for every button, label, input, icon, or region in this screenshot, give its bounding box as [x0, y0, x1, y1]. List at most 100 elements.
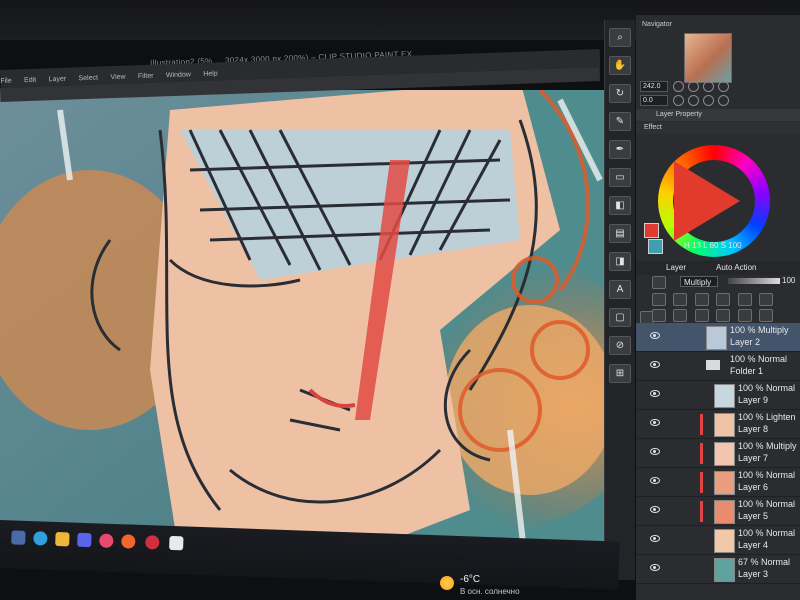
menu-select[interactable]: Select	[78, 75, 98, 83]
menu-filter[interactable]: Filter	[138, 73, 154, 81]
drawing-canvas[interactable]	[0, 90, 610, 560]
draft-icon[interactable]	[694, 293, 709, 307]
actual-size-icon[interactable]	[717, 81, 729, 92]
clipping-indicator	[700, 472, 703, 493]
ruler-icon[interactable]: ⊞	[609, 364, 631, 383]
zoom-icon[interactable]: ⌕	[609, 28, 631, 47]
layer-row[interactable]: 100 % Multiply Layer 2	[636, 323, 800, 352]
eye-icon[interactable]	[650, 506, 660, 513]
eye-icon[interactable]	[650, 390, 660, 397]
eye-icon[interactable]	[650, 361, 660, 368]
fit-icon[interactable]	[702, 81, 714, 92]
eye-icon[interactable]	[650, 448, 660, 455]
layer-row[interactable]: 100 % Normal Layer 9	[636, 381, 800, 410]
layer-row[interactable]: 100 % Lighten Layer 8	[636, 410, 800, 439]
new-raster-icon[interactable]	[652, 309, 666, 323]
blend-mode-select[interactable]: Multiply	[680, 276, 718, 287]
layer-thumbnail	[706, 326, 727, 350]
clipping-indicator	[700, 443, 703, 464]
firefox-icon[interactable]	[121, 534, 136, 549]
color-triangle[interactable]	[674, 161, 740, 241]
layer-mode: 67 % Normal	[738, 557, 791, 567]
layer-mode: 100 % Multiply	[738, 441, 797, 451]
effect-label: Effect	[636, 122, 800, 134]
app-icon[interactable]	[99, 533, 114, 548]
layer-mode: 100 % Normal	[730, 354, 788, 364]
rotate-icon[interactable]: ↻	[609, 84, 631, 103]
weather-widget[interactable]: -6°C В осн. солнечно	[440, 574, 550, 600]
tab-auto-action[interactable]: Auto Action	[716, 261, 756, 275]
clipping-indicator	[700, 501, 703, 522]
edge-icon[interactable]	[33, 531, 48, 546]
screen: Illustration2 (5% ... 3024x 3000 px 200%…	[0, 0, 800, 600]
sub-color-swatch[interactable]	[648, 239, 663, 254]
blend-row: Multiply 100	[640, 275, 796, 289]
layer-thumbnail	[714, 500, 735, 524]
new-vector-icon[interactable]	[673, 309, 688, 323]
menu-help[interactable]: Help	[203, 70, 218, 77]
navigator-preview[interactable]	[684, 33, 732, 83]
eye-icon[interactable]	[650, 332, 660, 339]
folder-icon[interactable]	[55, 531, 70, 547]
zoom-out-icon[interactable]	[672, 81, 684, 92]
main-color-swatch[interactable]	[644, 223, 659, 238]
layer-row[interactable]: 100 % Normal Layer 5	[636, 497, 800, 526]
layer-thumbnail	[714, 471, 735, 495]
new-folder-icon[interactable]	[694, 309, 709, 323]
rotate-left-icon[interactable]	[672, 95, 684, 106]
menu-window[interactable]: Window	[166, 71, 191, 79]
opera-icon[interactable]	[145, 535, 160, 550]
zoom-in-icon[interactable]	[687, 81, 699, 92]
mask-icon[interactable]	[759, 293, 774, 307]
text-icon[interactable]: A	[609, 280, 631, 299]
lock-transparency-icon[interactable]	[737, 293, 752, 307]
eye-icon[interactable]	[650, 419, 660, 426]
reference-icon[interactable]	[673, 293, 688, 307]
gradient-icon[interactable]: ◨	[609, 252, 631, 271]
ruler-add-icon[interactable]	[759, 309, 774, 323]
clip-icon[interactable]	[652, 293, 666, 307]
discord-icon[interactable]	[77, 532, 92, 548]
clip-studio-icon[interactable]	[169, 535, 184, 551]
eye-icon[interactable]	[650, 564, 660, 571]
tab-layer[interactable]: Layer	[666, 261, 686, 275]
layer-property-header[interactable]: Layer Property	[636, 109, 800, 121]
layer-mode: 100 % Lighten	[738, 412, 796, 422]
lock-icon[interactable]	[716, 293, 731, 307]
rotate-right-icon[interactable]	[687, 95, 699, 106]
layer-mode: 100 % Multiply	[730, 325, 789, 335]
brush-icon[interactable]: ✎	[609, 112, 631, 131]
frame-icon[interactable]: ▢	[609, 308, 631, 327]
opacity-slider[interactable]	[728, 278, 780, 284]
zoom-field[interactable]: 242.0	[640, 81, 668, 92]
menu-edit[interactable]: Edit	[24, 77, 36, 84]
layer-icon[interactable]: ▤	[609, 224, 631, 243]
layer-row[interactable]: 100 % Normal Layer 6	[636, 468, 800, 497]
menu-layer[interactable]: Layer	[48, 76, 66, 84]
rotation-field[interactable]: 0.0	[640, 95, 668, 106]
eraser-icon[interactable]: ▭	[609, 168, 631, 187]
eye-icon[interactable]	[650, 535, 660, 542]
eye-icon[interactable]	[650, 477, 660, 484]
merge-icon[interactable]	[716, 309, 731, 323]
opacity-value[interactable]: 100	[782, 276, 795, 285]
flip-icon[interactable]	[717, 95, 729, 106]
eyedropper-icon[interactable]: ⊘	[609, 336, 631, 355]
layer-row[interactable]: 100 % Normal Layer 4	[636, 526, 800, 555]
fill-icon[interactable]: ◧	[609, 196, 631, 215]
layer-name: Layer 6	[738, 482, 769, 492]
h-value: 13	[692, 241, 701, 250]
layer-thumbnail	[714, 384, 735, 408]
layer-row[interactable]: 100 % Normal Folder 1	[636, 352, 800, 381]
menu-view[interactable]: View	[110, 74, 125, 82]
layer-color-icon[interactable]	[652, 276, 666, 289]
layer-toolbar-2	[640, 307, 796, 341]
file-explorer-icon[interactable]	[11, 530, 26, 545]
layer-row[interactable]: 67 % Normal Layer 3	[636, 555, 800, 584]
reset-rotation-icon[interactable]	[702, 95, 714, 106]
mask-add-icon[interactable]	[737, 309, 752, 323]
menu-file[interactable]: File	[0, 78, 12, 85]
hand-icon[interactable]: ✋	[609, 56, 631, 75]
pen-icon[interactable]: ✒	[609, 140, 631, 159]
layer-row[interactable]: 100 % Multiply Layer 7	[636, 439, 800, 468]
